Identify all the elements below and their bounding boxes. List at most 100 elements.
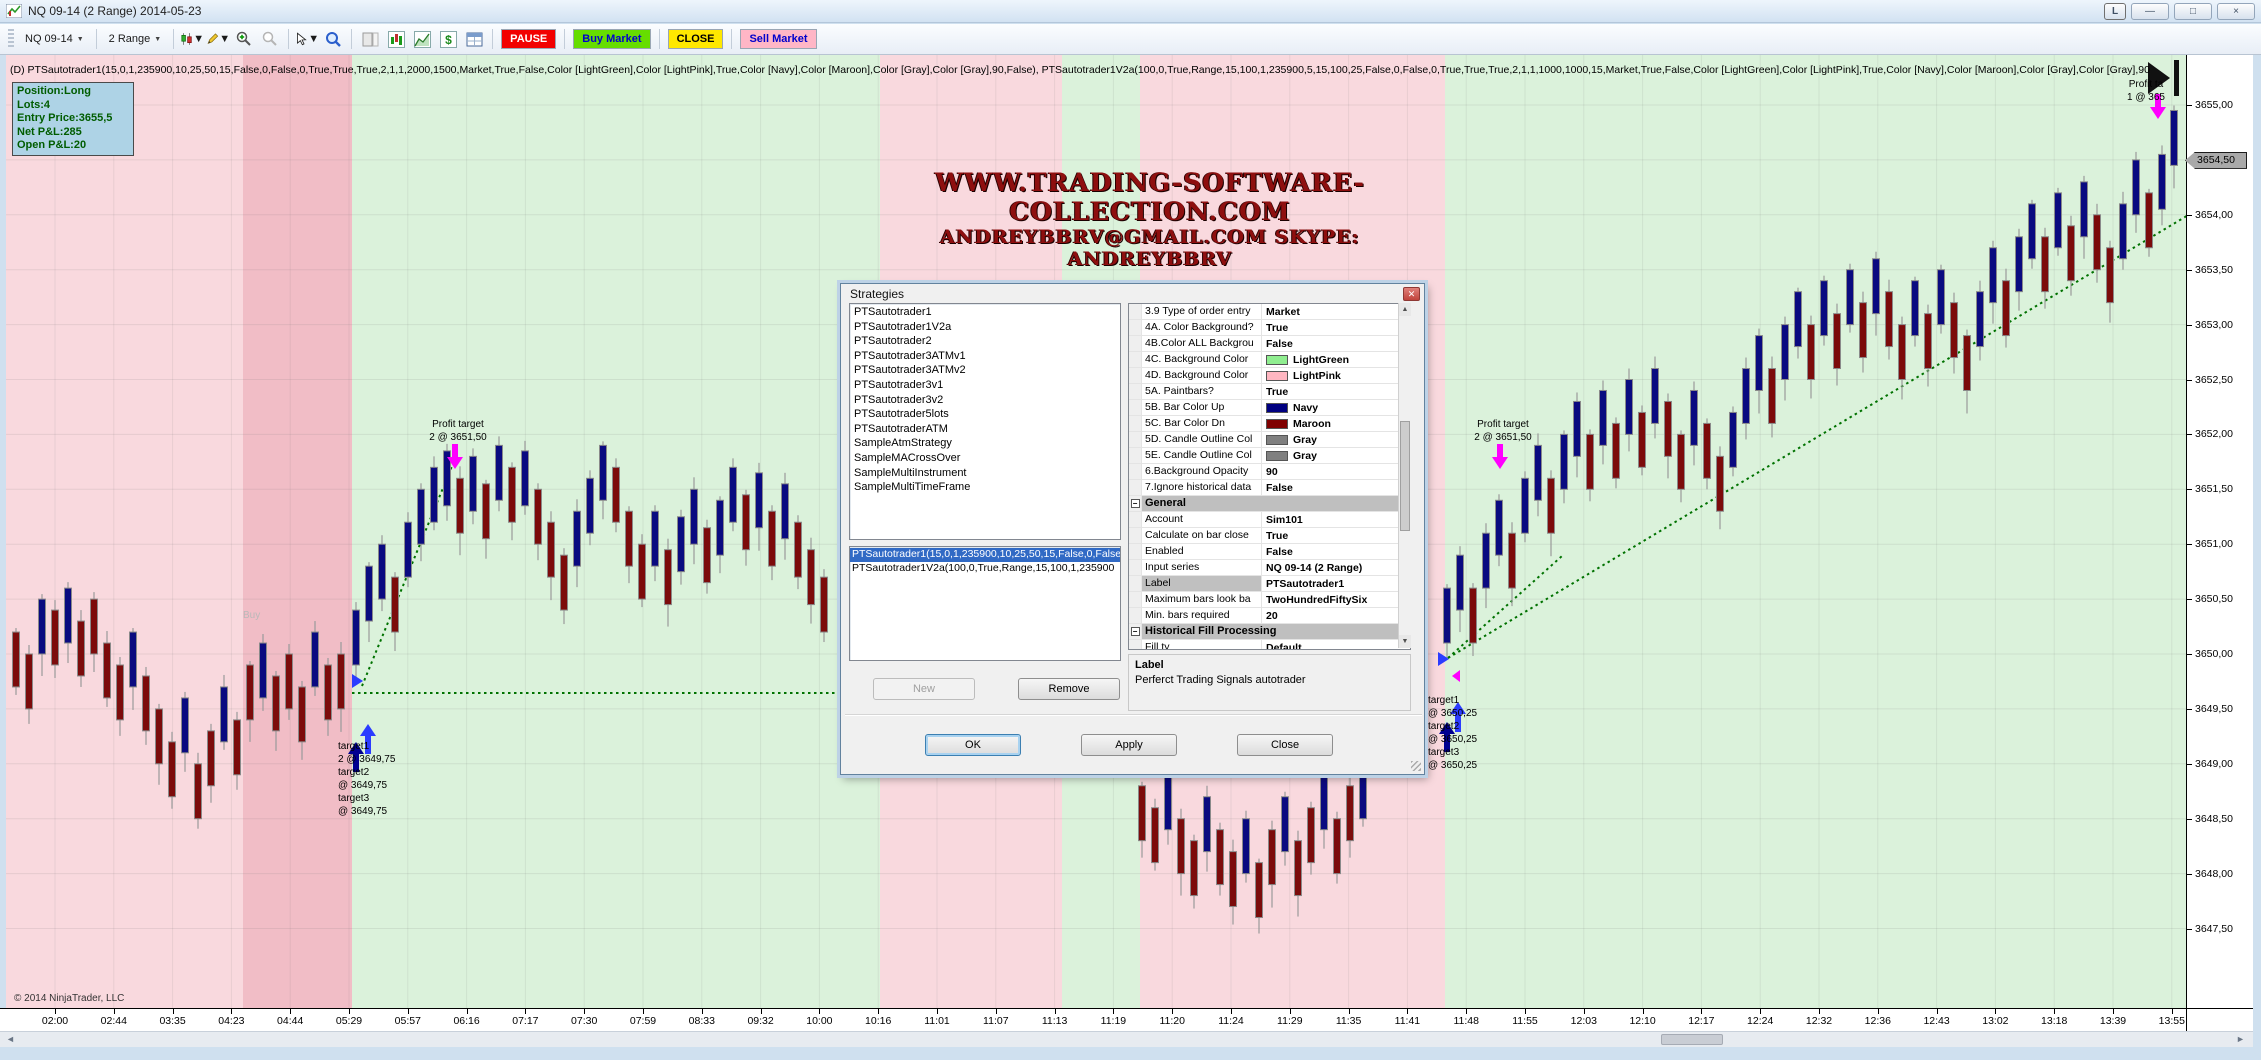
row-gutter — [1129, 480, 1142, 495]
configured-strategy-item[interactable]: PTSautotrader1(15,0,1,235900,10,25,50,15… — [850, 548, 1120, 562]
new-button[interactable]: New — [873, 678, 975, 700]
property-row[interactable]: Calculate on bar closeTrue — [1129, 528, 1410, 544]
property-value[interactable]: False — [1261, 544, 1410, 559]
strategy-list-item[interactable]: PTSautotrader5lots — [852, 407, 1120, 422]
property-value[interactable]: NQ 09-14 (2 Range) — [1261, 560, 1410, 575]
ok-button[interactable]: OK — [925, 734, 1021, 756]
property-row[interactable]: 7.Ignore historical dataFalse — [1129, 480, 1410, 496]
property-grid-scrollbar[interactable]: ▲ ▼ — [1398, 303, 1411, 648]
property-value[interactable]: TwoHundredFiftySix — [1261, 592, 1410, 607]
scrollbar-thumb[interactable] — [1661, 1034, 1723, 1045]
strategy-list-item[interactable]: SampleAtmStrategy — [852, 436, 1120, 451]
scroll-down-icon[interactable]: ▼ — [1399, 635, 1411, 648]
property-value-text: PTSautotrader1 — [1266, 578, 1344, 590]
row-gutter — [1129, 560, 1142, 575]
scroll-left-icon[interactable]: ◄ — [6, 1034, 15, 1044]
property-value[interactable]: Default — [1261, 640, 1410, 650]
property-row[interactable]: 5E. Candle Outline ColGray — [1129, 448, 1410, 464]
property-row[interactable]: AccountSim101 — [1129, 512, 1410, 528]
property-label: 3.9 Type of order entry — [1142, 304, 1261, 319]
property-value[interactable]: 90 — [1261, 464, 1410, 479]
time-tick — [761, 1009, 762, 1014]
property-value[interactable]: LightPink — [1261, 368, 1410, 383]
property-value[interactable]: Sim101 — [1261, 512, 1410, 527]
time-tick-label: 05:29 — [336, 1015, 362, 1027]
property-row[interactable]: 6.Background Opacity90 — [1129, 464, 1410, 480]
property-row[interactable]: 5A. Paintbars?True — [1129, 384, 1410, 400]
property-section-row[interactable]: −Historical Fill Processing — [1129, 624, 1410, 640]
property-value[interactable]: Maroon — [1261, 416, 1410, 431]
strategy-list-item[interactable]: PTSautotrader2 — [852, 334, 1120, 349]
property-row[interactable]: 5B. Bar Color UpNavy — [1129, 400, 1410, 416]
strategy-list-item[interactable]: PTSautotrader1 — [852, 305, 1120, 320]
property-value[interactable]: False — [1261, 480, 1410, 495]
property-value[interactable]: PTSautotrader1 — [1261, 576, 1410, 591]
property-value[interactable]: True — [1261, 528, 1410, 543]
property-row[interactable]: Fill tyDefault — [1129, 640, 1410, 650]
property-row[interactable]: 3.9 Type of order entryMarket — [1129, 304, 1410, 320]
strategy-list-item[interactable]: SampleMultiInstrument — [852, 466, 1120, 481]
property-row[interactable]: Min. bars required20 — [1129, 608, 1410, 624]
property-row[interactable]: 4D. Background ColorLightPink — [1129, 368, 1410, 384]
property-section-row[interactable]: −General — [1129, 496, 1410, 512]
close-dialog-button[interactable]: Close — [1237, 734, 1333, 756]
collapse-icon[interactable]: − — [1129, 624, 1142, 639]
strategy-list-item[interactable]: SampleMACrossOver — [852, 451, 1120, 466]
property-row[interactable]: 4A. Color Background?True — [1129, 320, 1410, 336]
strategy-list-item[interactable]: SampleMultiTimeFrame — [852, 480, 1120, 495]
property-row[interactable]: 5C. Bar Color DnMaroon — [1129, 416, 1410, 432]
configured-strategies-list[interactable]: PTSautotrader1(15,0,1,235900,10,25,50,15… — [849, 546, 1121, 661]
price-axis[interactable]: 3655,003654,503654,003653,503653,003652,… — [2186, 55, 2253, 1031]
row-gutter — [1129, 512, 1142, 527]
strategy-list-item[interactable]: PTSautotraderATM — [852, 422, 1120, 437]
property-value[interactable]: False — [1261, 336, 1410, 351]
property-row[interactable]: Input seriesNQ 09-14 (2 Range) — [1129, 560, 1410, 576]
strategy-list-item[interactable]: PTSautotrader3v1 — [852, 378, 1120, 393]
section-title: Historical Fill Processing — [1142, 624, 1410, 639]
time-tick — [1525, 1009, 1526, 1014]
property-value[interactable]: LightGreen — [1261, 352, 1410, 367]
time-tick-label: 04:23 — [218, 1015, 244, 1027]
property-value[interactable]: Navy — [1261, 400, 1410, 415]
time-tick-label: 11:29 — [1277, 1015, 1303, 1027]
row-gutter — [1129, 608, 1142, 623]
property-value[interactable]: True — [1261, 320, 1410, 335]
property-row[interactable]: Maximum bars look baTwoHundredFiftySix — [1129, 592, 1410, 608]
strategy-list-item[interactable]: PTSautotrader3v2 — [852, 393, 1120, 408]
property-value[interactable]: 20 — [1261, 608, 1410, 623]
strategy-property-grid[interactable]: 3.9 Type of order entryMarket4A. Color B… — [1128, 303, 1411, 650]
property-row[interactable]: LabelPTSautotrader1 — [1129, 576, 1410, 592]
property-row[interactable]: EnabledFalse — [1129, 544, 1410, 560]
time-tick-label: 03:35 — [159, 1015, 185, 1027]
time-axis[interactable]: 02:0002:4403:3504:2304:4405:2905:5706:16… — [0, 1008, 2186, 1031]
strategy-list-item[interactable]: PTSautotrader3ATMv1 — [852, 349, 1120, 364]
row-gutter — [1129, 416, 1142, 431]
resize-grip[interactable] — [1411, 761, 1421, 771]
row-gutter — [1129, 352, 1142, 367]
price-tick — [2187, 819, 2192, 820]
strategy-list-item[interactable]: PTSautotrader3ATMv2 — [852, 363, 1120, 378]
configured-strategy-item[interactable]: PTSautotrader1V2a(100,0,True,Range,15,10… — [850, 562, 1120, 576]
remove-button[interactable]: Remove — [1018, 678, 1120, 700]
scroll-right-icon[interactable]: ► — [2236, 1034, 2245, 1044]
property-label: Fill ty — [1142, 640, 1261, 650]
scroll-up-icon[interactable]: ▲ — [1399, 303, 1411, 316]
property-value[interactable]: Gray — [1261, 448, 1410, 463]
scrollbar-thumb[interactable] — [1400, 421, 1410, 531]
property-row[interactable]: 4B.Color ALL BackgrouFalse — [1129, 336, 1410, 352]
description-text: Perferct Trading Signals autotrader — [1135, 674, 1404, 686]
property-value[interactable]: Gray — [1261, 432, 1410, 447]
collapse-icon[interactable]: − — [1129, 496, 1142, 511]
apply-button[interactable]: Apply — [1081, 734, 1177, 756]
available-strategies-list[interactable]: PTSautotrader1PTSautotrader1V2aPTSautotr… — [849, 303, 1121, 540]
property-row[interactable]: 4C. Background ColorLightGreen — [1129, 352, 1410, 368]
strategy-list-item[interactable]: PTSautotrader1V2a — [852, 320, 1120, 335]
horizontal-scrollbar[interactable]: ◄ ► — [0, 1031, 2253, 1047]
property-label: 4C. Background Color — [1142, 352, 1261, 367]
property-row[interactable]: 5D. Candle Outline ColGray — [1129, 432, 1410, 448]
property-value[interactable]: Market — [1261, 304, 1410, 319]
dialog-close-button[interactable]: ✕ — [1403, 287, 1420, 301]
time-tick — [1466, 1009, 1467, 1014]
dialog-titlebar[interactable]: Strategies — [841, 284, 1424, 303]
property-value[interactable]: True — [1261, 384, 1410, 399]
